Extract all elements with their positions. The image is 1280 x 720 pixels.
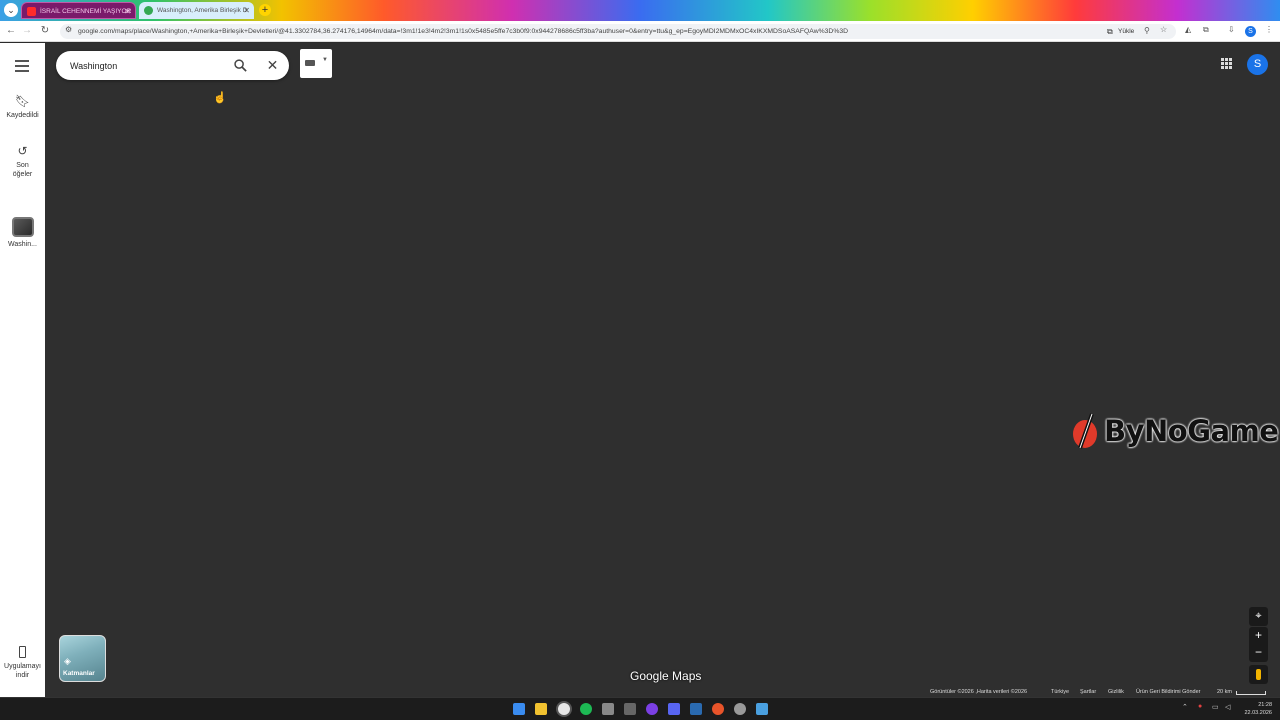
forward-arrow-icon[interactable]: →	[20, 24, 34, 38]
my-location-button[interactable]: ⌖	[1249, 607, 1268, 626]
install-app-button[interactable]: Uygulamayı indir	[0, 646, 45, 680]
menu-icon[interactable]	[15, 60, 29, 72]
map-canvas[interactable]	[45, 43, 1280, 697]
app-icon[interactable]	[756, 703, 768, 715]
account-avatar[interactable]: S	[1247, 54, 1268, 75]
browser-tab-title: Washington, Amerika Birleşik D	[157, 7, 248, 14]
extension-icon[interactable]: ◭	[1185, 25, 1191, 34]
back-arrow-icon[interactable]: ←	[4, 24, 18, 38]
imagery-attribution: Görüntüler ©2026 ,Harita verileri ©2026	[930, 689, 1028, 695]
layers-label: Katmanlar	[63, 670, 95, 677]
app-icon[interactable]	[602, 703, 614, 715]
saved-label: Kaydedildi	[6, 112, 39, 119]
bookmark-star-icon[interactable]: ☆	[1160, 25, 1167, 34]
layers-icon: ◈	[64, 656, 71, 666]
place-thumbnail	[11, 217, 34, 237]
clock-time: 21:28	[1258, 702, 1272, 708]
volume-icon[interactable]: ◁	[1225, 703, 1230, 711]
feedback-link[interactable]: Ürün Geri Bildirimi Gönder	[1136, 688, 1201, 697]
search-box: ✕	[56, 51, 289, 80]
left-rail: 🔖︎ Kaydedildi ↺ Son öğeler Washin...	[0, 43, 45, 697]
browser-profile-avatar[interactable]: S	[1245, 26, 1256, 37]
site-info-icon[interactable]: ⚙	[65, 25, 72, 34]
chrome-icon[interactable]	[558, 703, 570, 715]
saved-button[interactable]: 🔖︎ Kaydedildi	[0, 94, 45, 120]
map-footer: Görüntüler ©2026 ,Harita verileri ©2026 …	[927, 688, 1280, 697]
extensions-puzzle-icon[interactable]: ⧉	[1203, 25, 1209, 35]
input-tools-button[interactable]: ▼	[300, 49, 332, 78]
recent-place-label: Washin...	[8, 241, 37, 248]
watermark-emblem-icon	[1073, 413, 1097, 449]
crosshair-icon: ⌖	[1255, 610, 1262, 622]
hand-cursor-icon: ☝	[213, 92, 227, 104]
menu-dots-icon[interactable]: ⋮	[1265, 25, 1273, 34]
system-clock[interactable]: 21:28 22.03.2026	[1240, 701, 1272, 717]
zoom-controls: + −	[1249, 627, 1268, 662]
close-tab-icon[interactable]: ✕	[124, 3, 131, 18]
close-tab-icon[interactable]: ✕	[243, 2, 250, 19]
file-explorer-icon[interactable]	[535, 703, 547, 715]
recent-button[interactable]: ↺ Son öğeler	[0, 144, 45, 179]
google-maps-logo: Google Maps	[630, 669, 702, 683]
app-icon[interactable]	[646, 703, 658, 715]
spotify-icon[interactable]	[580, 703, 592, 715]
scale-label[interactable]: 20 km	[1217, 688, 1232, 697]
region-link[interactable]: Türkiye	[1051, 688, 1069, 697]
search-icon[interactable]	[233, 58, 248, 73]
os-taskbar: ⌃ ● ▭ ◁ 21:28 22.03.2026	[0, 697, 1280, 720]
street-view-pegman-icon[interactable]	[1249, 665, 1268, 684]
browser-tab-active[interactable]: Washington, Amerika Birleşik D ✕	[139, 2, 254, 19]
terms-link[interactable]: Şartlar	[1080, 688, 1096, 697]
app-icon[interactable]	[734, 703, 746, 715]
browser-tab-strip: ⌄ İSRAİL CEHENNEMİ YAŞIYOR ✕ Washington,…	[0, 0, 1280, 21]
watermark-text: ByNoGame	[1104, 414, 1279, 448]
new-tab-button[interactable]: +	[259, 4, 271, 16]
browser-tab[interactable]: İSRAİL CEHENNEMİ YAŞIYOR ✕	[21, 2, 136, 19]
browser-tab-title: İSRAİL CEHENNEMİ YAŞIYOR	[40, 8, 132, 15]
recent-place-washington[interactable]: Washin...	[0, 217, 45, 249]
privacy-link[interactable]: Gizlilik	[1108, 688, 1124, 697]
recent-label: Son öğeler	[12, 162, 33, 178]
scale-bar	[1236, 691, 1266, 695]
install-app-button[interactable]: Yükle	[1104, 26, 1138, 37]
url-text[interactable]: google.com/maps/place/Washington,+Amerik…	[78, 24, 1088, 39]
zoom-out-button[interactable]: −	[1249, 644, 1268, 661]
tray-chevron-icon[interactable]: ⌃	[1182, 703, 1188, 711]
tab-search-button[interactable]: ⌄	[4, 3, 18, 17]
search-input[interactable]	[70, 51, 230, 80]
browser-toolbar: ← → ↻ ⚙ google.com/maps/place/Washington…	[0, 21, 1280, 42]
bookmark-icon: 🔖︎	[14, 94, 31, 108]
chevron-down-icon: ▼	[322, 57, 328, 63]
keyboard-icon	[305, 60, 315, 66]
reload-icon[interactable]: ↻	[38, 24, 52, 38]
steam-icon[interactable]	[690, 703, 702, 715]
google-maps-icon	[144, 6, 153, 15]
address-bar[interactable]: ⚙ google.com/maps/place/Washington,+Amer…	[60, 24, 1176, 39]
install-app-label: Uygulamayı indir	[4, 663, 41, 679]
start-button-icon[interactable]	[513, 703, 525, 715]
epic-games-icon[interactable]	[624, 703, 636, 715]
clear-search-icon[interactable]: ✕	[265, 58, 280, 73]
downloads-icon[interactable]: ⇩	[1228, 25, 1235, 34]
zoom-in-button[interactable]: +	[1249, 627, 1268, 644]
google-apps-icon[interactable]	[1221, 58, 1233, 70]
watermark-logo: ByNoGame	[1070, 412, 1279, 456]
history-icon: ↺	[17, 144, 28, 158]
phone-icon	[19, 646, 26, 658]
network-icon[interactable]: ▭	[1212, 703, 1219, 711]
discord-icon[interactable]	[668, 703, 680, 715]
clock-date: 22.03.2026	[1244, 710, 1272, 716]
layers-button[interactable]: ◈ Katmanlar	[59, 635, 106, 682]
youtube-icon	[27, 7, 36, 16]
zoom-icon[interactable]: ⚲	[1144, 26, 1150, 35]
app-icon[interactable]	[712, 703, 724, 715]
microphone-icon[interactable]: ●	[1198, 703, 1202, 710]
